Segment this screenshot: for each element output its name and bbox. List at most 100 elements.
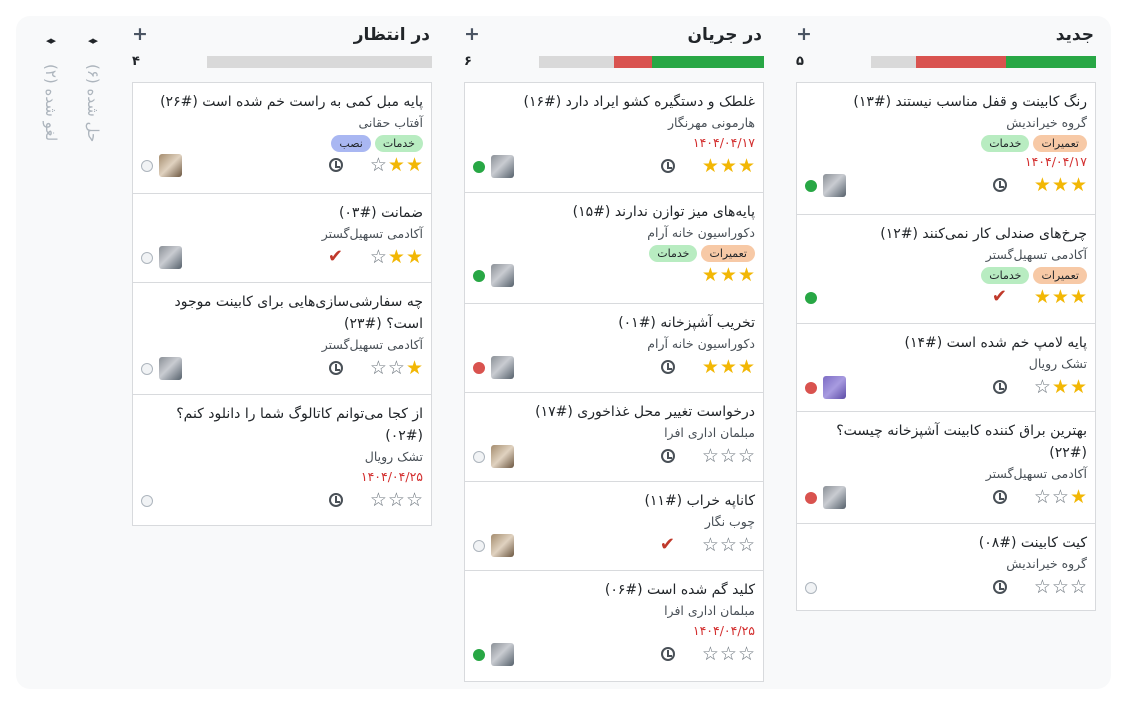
star-icon[interactable]: ★ (720, 357, 737, 377)
add-card-icon[interactable]: + (464, 25, 480, 44)
status-dot[interactable] (473, 161, 485, 173)
check-icon[interactable]: ✔ (992, 286, 1007, 307)
expand-arrows-icon[interactable]: ◂▸ (88, 34, 98, 47)
ticket-card[interactable]: رنگ کابینت و قفل مناسب نیستند (#۱۳) گروه… (797, 83, 1095, 215)
star-icon[interactable]: ★ (1070, 175, 1087, 195)
star-icon[interactable]: ☆ (1034, 487, 1051, 507)
status-dot[interactable] (141, 495, 153, 507)
status-dot[interactable] (141, 252, 153, 264)
ticket-card[interactable]: تخریب آشپزخانه (#۰۱) دکوراسیون خانه آرام… (465, 304, 763, 393)
star-icon[interactable]: ★ (1034, 287, 1051, 307)
progress-green[interactable] (652, 56, 764, 68)
star-icon[interactable]: ☆ (370, 358, 387, 378)
star-icon[interactable]: ★ (720, 156, 737, 176)
star-icon[interactable]: ★ (1070, 377, 1087, 397)
star-icon[interactable]: ☆ (738, 644, 755, 664)
ticket-card[interactable]: پایه لامپ خم شده است (#۱۴) تشک رویال ★ ★… (797, 324, 1095, 412)
star-icon[interactable]: ☆ (702, 535, 719, 555)
star-icon[interactable]: ☆ (720, 644, 737, 664)
star-icon[interactable]: ★ (1070, 487, 1087, 507)
status-dot[interactable] (473, 540, 485, 552)
ticket-card[interactable]: چرخ‌های صندلی کار نمی‌کنند (#۱۲) آکادمی … (797, 215, 1095, 324)
progress-red[interactable] (916, 56, 1006, 68)
status-dot[interactable] (805, 292, 817, 304)
column-progress-bar[interactable] (871, 56, 1096, 68)
ticket-card[interactable]: پایه مبل کمی به راست خم شده است (#۲۶) آف… (133, 83, 431, 194)
star-icon[interactable]: ☆ (388, 490, 405, 510)
add-card-icon[interactable]: + (796, 25, 812, 44)
clock-icon[interactable] (661, 647, 675, 661)
progress-green[interactable] (1006, 56, 1096, 68)
clock-icon[interactable] (993, 178, 1007, 192)
star-icon[interactable]: ★ (1052, 287, 1069, 307)
star-icon[interactable]: ☆ (370, 155, 387, 175)
clock-icon[interactable] (661, 159, 675, 173)
ticket-card[interactable]: کلید گم شده است (#۰۶) مبلمان اداری افرا … (465, 571, 763, 681)
star-icon[interactable]: ☆ (738, 535, 755, 555)
clock-icon[interactable] (329, 158, 343, 172)
column-progress-bar[interactable] (539, 56, 764, 68)
star-icon[interactable]: ☆ (702, 446, 719, 466)
star-icon[interactable]: ☆ (1034, 377, 1051, 397)
clock-icon[interactable] (993, 380, 1007, 394)
status-dot[interactable] (805, 582, 817, 594)
star-icon[interactable]: ☆ (720, 446, 737, 466)
star-icon[interactable]: ★ (702, 156, 719, 176)
star-icon[interactable]: ☆ (720, 535, 737, 555)
star-icon[interactable]: ☆ (370, 247, 387, 267)
star-icon[interactable]: ★ (738, 265, 755, 285)
clock-icon[interactable] (661, 360, 675, 374)
star-icon[interactable]: ★ (388, 155, 405, 175)
clock-icon[interactable] (993, 580, 1007, 594)
add-card-icon[interactable]: + (132, 25, 148, 44)
ticket-card[interactable]: چه سفارشی‌سازی‌هایی برای کابینت موجود اس… (133, 283, 431, 395)
star-icon[interactable]: ☆ (1052, 487, 1069, 507)
star-icon[interactable]: ☆ (1052, 577, 1069, 597)
column-title[interactable]: جدید (1056, 25, 1094, 45)
column-progress-bar[interactable] (207, 56, 432, 68)
folded-column-label[interactable]: حل شده (۶) (84, 64, 102, 142)
star-icon[interactable]: ★ (406, 155, 423, 175)
star-icon[interactable]: ★ (738, 156, 755, 176)
ticket-card[interactable]: درخواست تغییر محل غذاخوری (#۱۷) مبلمان ا… (465, 393, 763, 482)
status-dot[interactable] (805, 492, 817, 504)
expand-arrows-icon[interactable]: ◂▸ (46, 34, 56, 47)
ticket-card[interactable]: از کجا می‌توانم کاتالوگ شما را دانلود کن… (133, 395, 431, 525)
star-icon[interactable]: ★ (702, 265, 719, 285)
status-dot[interactable] (805, 382, 817, 394)
column-title[interactable]: در انتظار (354, 25, 430, 45)
ticket-card[interactable]: بهترین براق کننده کابینت آشپزخانه چیست؟ … (797, 412, 1095, 524)
clock-icon[interactable] (329, 361, 343, 375)
clock-icon[interactable] (661, 449, 675, 463)
ticket-card[interactable]: پایه‌های میز توازن ندارند (#۱۵) دکوراسیو… (465, 193, 763, 304)
ticket-card[interactable]: کاناپه خراب (#۱۱) چوب نگار ☆ ☆ ☆ ✔ (465, 482, 763, 571)
star-icon[interactable]: ★ (738, 357, 755, 377)
status-dot[interactable] (473, 451, 485, 463)
check-icon[interactable]: ✔ (328, 246, 343, 267)
clock-icon[interactable] (329, 493, 343, 507)
status-dot[interactable] (473, 362, 485, 374)
star-icon[interactable]: ★ (1052, 377, 1069, 397)
star-icon[interactable]: ☆ (406, 490, 423, 510)
status-dot[interactable] (141, 363, 153, 375)
star-icon[interactable]: ☆ (1034, 577, 1051, 597)
clock-icon[interactable] (993, 490, 1007, 504)
star-icon[interactable]: ★ (702, 357, 719, 377)
star-icon[interactable]: ★ (1070, 287, 1087, 307)
star-icon[interactable]: ☆ (738, 446, 755, 466)
star-icon[interactable]: ☆ (388, 358, 405, 378)
star-icon[interactable]: ★ (1052, 175, 1069, 195)
star-icon[interactable]: ★ (1034, 175, 1051, 195)
star-icon[interactable]: ★ (406, 358, 423, 378)
star-icon[interactable]: ★ (388, 247, 405, 267)
status-dot[interactable] (141, 160, 153, 172)
star-icon[interactable]: ☆ (1070, 577, 1087, 597)
ticket-card[interactable]: کیت کابینت (#۰۸) گروه خیراندیش ☆ ☆ ☆ (797, 524, 1095, 610)
ticket-card[interactable]: ضمانت (#۰۳) آکادمی تسهیل‌گستر ★ ★ ☆ ✔ (133, 194, 431, 283)
status-dot[interactable] (473, 649, 485, 661)
folded-column-label[interactable]: لغو شده (۲) (42, 64, 60, 141)
status-dot[interactable] (473, 270, 485, 282)
star-icon[interactable]: ☆ (370, 490, 387, 510)
ticket-card[interactable]: غلطک و دستگیره کشو ایراد دارد (#۱۶) هارم… (465, 83, 763, 193)
column-title[interactable]: در جریان (687, 25, 762, 45)
